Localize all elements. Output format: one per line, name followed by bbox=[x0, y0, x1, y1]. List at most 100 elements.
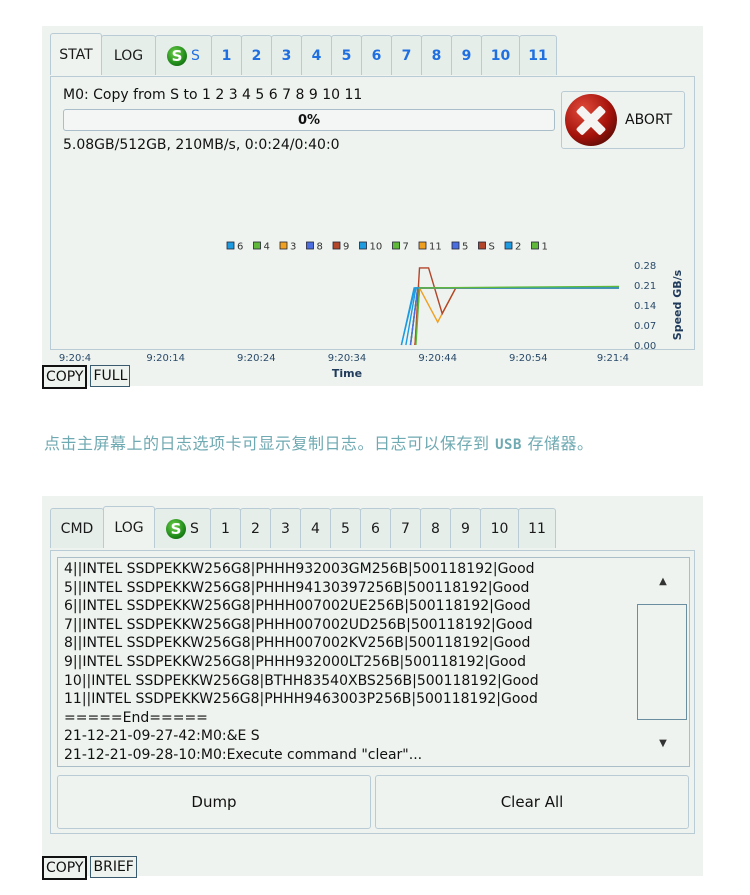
x-tick-label: 9:20:34 bbox=[328, 353, 367, 364]
x-axis-label: Time bbox=[332, 367, 362, 380]
x-tick-label: 9:20:44 bbox=[418, 353, 457, 364]
tab-label: 7 bbox=[401, 47, 412, 64]
legend-label: 1 bbox=[542, 242, 548, 253]
tab-port-4[interactable]: 4 bbox=[301, 35, 332, 75]
clear-all-button[interactable]: Clear All bbox=[375, 775, 689, 829]
tab-port-7[interactable]: 7 bbox=[391, 35, 422, 75]
tab-label: CMD bbox=[60, 520, 94, 537]
tab-log[interactable]: LOG bbox=[103, 506, 155, 548]
log-scrollbar[interactable]: ▲ ▼ bbox=[637, 558, 689, 766]
x-tick-label: 9:20:24 bbox=[237, 353, 276, 364]
series-line-4 bbox=[409, 287, 619, 346]
tab-port-11[interactable]: 11 bbox=[519, 35, 557, 75]
y-tick-label: 0.21 bbox=[634, 281, 656, 292]
scroll-down-button[interactable]: ▼ bbox=[639, 720, 687, 766]
caption-text: 点击主屏幕上的日志选项卡可显示复制日志。日志可以保存到 USB 存储器。 bbox=[44, 430, 593, 454]
tab-port-9[interactable]: 9 bbox=[451, 35, 482, 75]
tab-bar: STAT LOG SS 1 2 3 4 5 6 7 8 9 10 11 bbox=[50, 33, 557, 77]
series-line-11 bbox=[414, 287, 619, 346]
log-screen: CMD LOG SS 1 2 3 4 5 6 7 8 9 10 11 4||IN… bbox=[42, 496, 703, 880]
tab-label: S bbox=[190, 520, 199, 537]
copy-status-text: M0: Copy from S to 1 2 3 4 5 6 7 8 9 10 … bbox=[63, 87, 363, 103]
tab-port-10[interactable]: 10 bbox=[481, 35, 520, 75]
tab-port-3[interactable]: 3 bbox=[271, 35, 302, 75]
tab-port-5[interactable]: 5 bbox=[330, 508, 361, 548]
tab-label: 8 bbox=[431, 47, 442, 64]
y-tick-label: 0.07 bbox=[634, 321, 656, 332]
mode-button-group: COPY FULL bbox=[42, 365, 133, 389]
tab-port-11[interactable]: 11 bbox=[518, 508, 556, 548]
scroll-up-button[interactable]: ▲ bbox=[639, 558, 687, 604]
chart-series bbox=[400, 267, 620, 346]
tab-label: 1 bbox=[221, 520, 230, 537]
series-line-3 bbox=[414, 285, 619, 346]
series-line-9 bbox=[414, 267, 619, 346]
tab-label: 9 bbox=[461, 47, 472, 64]
tab-label: S bbox=[191, 47, 200, 64]
tab-port-5[interactable]: 5 bbox=[331, 35, 362, 75]
scroll-thumb[interactable] bbox=[637, 604, 687, 720]
legend-swatch bbox=[531, 241, 539, 250]
series-line-7 bbox=[409, 287, 619, 346]
legend-swatch bbox=[478, 241, 486, 250]
tab-stat[interactable]: STAT bbox=[50, 33, 102, 75]
log-panel: 4||INTEL SSDPEKKW256G8|PHHH932003GM256B|… bbox=[50, 550, 695, 834]
copy-mode-button[interactable]: COPY bbox=[42, 365, 88, 389]
stat-screen: STAT LOG SS 1 2 3 4 5 6 7 8 9 10 11 M0: … bbox=[42, 26, 703, 389]
tab-label: 3 bbox=[281, 47, 292, 64]
tab-port-2[interactable]: 2 bbox=[240, 508, 271, 548]
copy-stats-text: 5.08GB/512GB, 210MB/s, 0:0:24/0:40:0 bbox=[63, 137, 340, 153]
tab-source[interactable]: SS bbox=[154, 508, 211, 548]
legend-swatch bbox=[504, 241, 513, 250]
tab-port-1[interactable]: 1 bbox=[211, 35, 242, 75]
tab-label: 11 bbox=[528, 47, 548, 64]
legend-label: 4 bbox=[264, 242, 270, 253]
x-tick-label: 9:20:4 bbox=[59, 353, 91, 364]
tab-port-9[interactable]: 9 bbox=[450, 508, 481, 548]
y-tick-label: 0.00 bbox=[634, 341, 656, 352]
series-line-S bbox=[414, 287, 619, 346]
legend-label: 9 bbox=[343, 242, 349, 253]
tab-port-2[interactable]: 2 bbox=[241, 35, 272, 75]
abort-button[interactable]: ABORT bbox=[561, 91, 685, 149]
brief-mode-button[interactable]: BRIEF bbox=[90, 856, 137, 878]
tab-label: 7 bbox=[401, 520, 410, 537]
abort-x-icon bbox=[565, 94, 617, 146]
series-line-10 bbox=[405, 287, 619, 346]
y-axis-ticks: 0.28 0.21 0.14 0.07 0.00 bbox=[634, 261, 656, 352]
legend-label: 2 bbox=[515, 242, 521, 253]
tab-port-1[interactable]: 1 bbox=[210, 508, 241, 548]
copy-mode-button[interactable]: COPY bbox=[42, 856, 88, 880]
tab-port-6[interactable]: 6 bbox=[360, 508, 391, 548]
tab-label: 6 bbox=[371, 47, 382, 64]
dump-button[interactable]: Dump bbox=[57, 775, 371, 829]
tab-port-8[interactable]: 8 bbox=[420, 508, 451, 548]
tab-label: 8 bbox=[431, 520, 440, 537]
x-axis-ticks: 9:20:4 9:20:14 9:20:24 9:20:34 9:20:44 9:20:5… bbox=[59, 353, 629, 364]
tab-port-7[interactable]: 7 bbox=[390, 508, 421, 548]
tab-port-6[interactable]: 6 bbox=[361, 35, 392, 75]
tab-label: 11 bbox=[528, 520, 546, 537]
tab-port-3[interactable]: 3 bbox=[270, 508, 301, 548]
tab-label: 3 bbox=[281, 520, 290, 537]
tab-cmd[interactable]: CMD bbox=[50, 508, 104, 548]
legend-swatch bbox=[279, 241, 288, 250]
y-tick-label: 0.28 bbox=[634, 261, 656, 272]
chart-legend: 6 4 3 8 9 10 7 11 5 S 2 1 bbox=[226, 241, 548, 253]
tab-log[interactable]: LOG bbox=[101, 35, 156, 75]
tab-source[interactable]: SS bbox=[155, 35, 212, 75]
tab-port-8[interactable]: 8 bbox=[421, 35, 452, 75]
stat-panel: M0: Copy from S to 1 2 3 4 5 6 7 8 9 10 … bbox=[50, 76, 695, 380]
tab-label: LOG bbox=[113, 47, 144, 64]
tab-port-10[interactable]: 10 bbox=[480, 508, 519, 548]
source-drive-icon: S bbox=[167, 45, 188, 66]
tab-label: 6 bbox=[371, 520, 380, 537]
tab-label: 10 bbox=[490, 520, 509, 537]
tab-label: 2 bbox=[251, 47, 262, 64]
series-line-1 bbox=[415, 285, 620, 346]
tab-port-4[interactable]: 4 bbox=[300, 508, 331, 548]
copy-progress-bar: 0% bbox=[63, 109, 555, 131]
log-text-area[interactable]: 4||INTEL SSDPEKKW256G8|PHHH932003GM256B|… bbox=[57, 557, 690, 767]
legend-swatch bbox=[392, 241, 400, 250]
full-mode-button[interactable]: FULL bbox=[90, 365, 131, 387]
